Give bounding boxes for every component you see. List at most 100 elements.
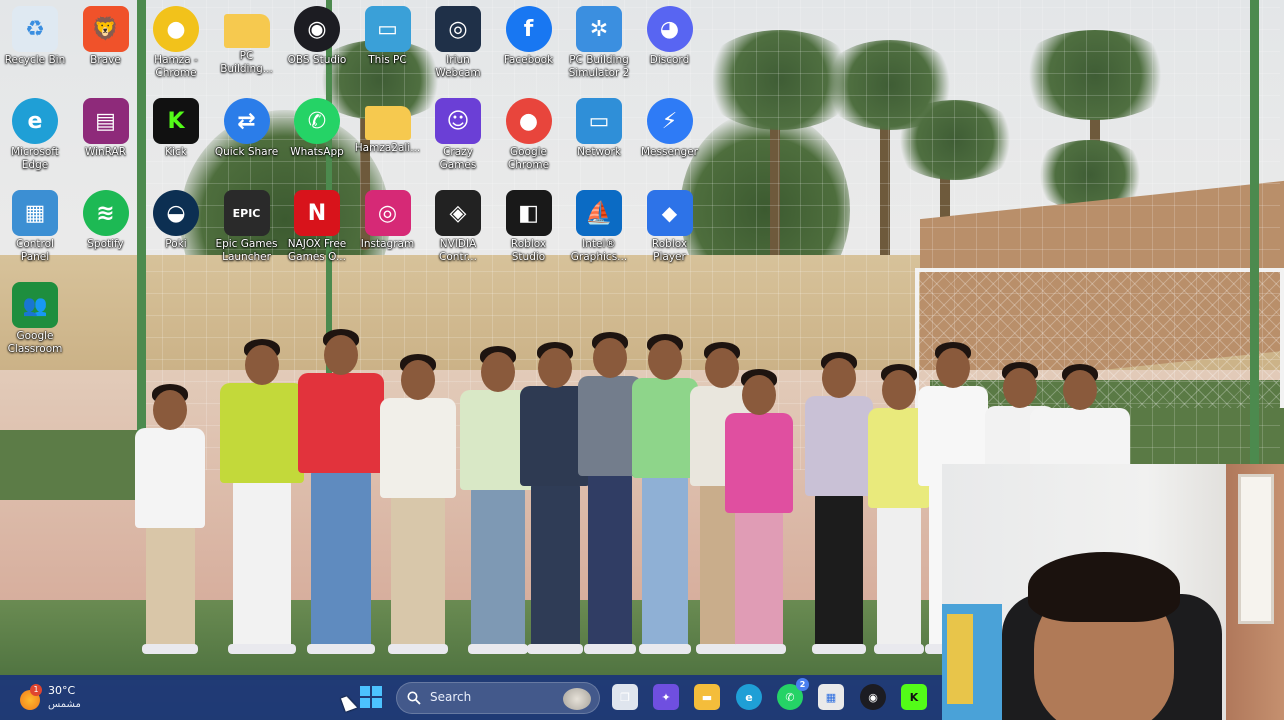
desktop-icon-label: Iriun Webcam [435,54,481,79]
wallpaper-person-part [731,644,787,654]
desktop-icon[interactable]: ▤ WinRAR [73,92,139,182]
taskbar-search-box[interactable]: Search [396,682,600,714]
desktop-icon[interactable]: ✆ WhatsApp [284,92,350,182]
desktop-icon-label: Spotify [87,238,124,250]
whatsapp-icon: ✆ [785,690,795,704]
desktop-icon[interactable]: EPIC Epic Games Launcher [214,184,280,274]
desktop-icon[interactable]: ◉ OBS Studio [284,0,350,90]
webcam-window [1238,474,1274,624]
taskbar-app-task-view[interactable]: ❐ [612,684,638,710]
desktop-icon[interactable]: ● Google Chrome [496,92,562,182]
wallpaper-pole [1250,0,1259,465]
wallpaper-person-part [815,494,863,648]
wallpaper-person-part [142,644,198,654]
desktop-icon[interactable]: ♻ Recycle Bin [2,0,68,90]
desktop-icon[interactable]: ◈ NVIDIA Contr... [425,184,491,274]
desktop-icon-label: Google Classroom [7,330,63,355]
desktop-icon-label: NAJOX Free Games O... [287,238,347,263]
desktop-icon[interactable]: ⚡ Messenger [637,92,703,182]
desktop-icon[interactable]: ● Hamza - Chrome [143,0,209,90]
desktop-icon-label: Quick Share [214,146,279,158]
edge-icon: e [12,98,58,144]
quick-share-icon: ⇄ [223,98,270,144]
desktop-icon[interactable]: ⛵ Intel® Graphics... [566,184,632,274]
search-highlight-icon [563,688,591,710]
wallpaper-person-part [742,375,776,415]
desktop-icon-label: WhatsApp [290,146,344,158]
desktop-icon[interactable]: ◆ Roblox Player [637,184,703,274]
obs-icon: ◉ [294,6,340,52]
wallpaper-person-part [822,358,856,398]
desktop-icon-label: Network [577,146,621,158]
desktop-icon[interactable]: PC Building... [214,0,280,90]
weather-description: مشمس [48,699,81,710]
wallpaper-person-part [735,511,783,648]
desktop-icon[interactable]: ✲ PC Building Simulator 2 [566,0,632,90]
notification-badge: 1 [30,684,42,696]
desktop-icon[interactable]: 👥 Google Classroom [2,276,68,366]
desktop-icon[interactable]: ▭ This PC [355,0,421,90]
nvidia-icon: ◈ [435,190,481,236]
desktop-icon-label: NVIDIA Contr... [439,238,477,263]
desktop-icon[interactable]: f Facebook [496,0,562,90]
webcam-shelf-item [947,614,973,704]
desktop-icon[interactable]: ☺ Crazy Games [425,92,491,182]
taskbar-app-whatsapp[interactable]: ✆ 2 [777,678,809,710]
crazy-games-icon: ☺ [435,98,481,144]
desktop-icon[interactable]: ▭ Network [566,92,632,182]
wallpaper-person-part [725,413,793,513]
wallpaper-person-part [298,373,384,473]
desktop-icon-label: Google Chrome [507,146,550,171]
windows-logo-icon [360,686,370,696]
desktop-icon[interactable]: ◎ Instagram [355,184,421,274]
desktop-icon[interactable]: ◧ Roblox Studio [496,184,562,274]
taskbar-app-file-explorer[interactable]: ▬ [694,684,720,710]
desktop-icon[interactable]: ◕ Discord [637,0,703,90]
wallpaper-person-part [245,345,279,385]
wallpaper-person-part [232,481,292,648]
desktop-icon-label: OBS Studio [287,54,347,66]
wallpaper-person-part [538,348,572,388]
desktop-icon[interactable]: ⇄ Quick Share [214,92,280,182]
wallpaper-person-part [593,338,627,378]
windows-logo-icon [372,698,382,708]
edge-icon: e [745,690,753,704]
desktop-icon[interactable]: K Kick [143,92,209,182]
kick-icon: K [153,98,199,144]
wallpaper-person-part [310,471,372,648]
desktop-icon[interactable]: ≋ Spotify [73,184,139,274]
desktop-icon[interactable]: N NAJOX Free Games O... [284,184,350,274]
fan-icon: ✲ [576,6,622,52]
desktop-icon-label: This PC [368,54,407,66]
wallpaper-person-part [641,476,689,648]
desktop-icon-label: Control Panel [16,238,54,263]
taskbar-app-edge[interactable]: e [736,684,762,710]
wallpaper-person-part [638,644,692,654]
obs-icon: ◉ [868,690,878,704]
desktop-icon-label: Instagram [360,238,415,250]
taskbar-app-kick[interactable]: K [901,684,927,710]
control-panel-icon: ▦ [12,190,58,236]
desktop-icon-label: Microsoft Edge [11,146,59,171]
desktop-icon[interactable]: Hamza2ali... [355,92,421,182]
google-classroom-icon: 👥 [12,282,58,328]
desktop-icon[interactable]: e Microsoft Edge [2,92,68,182]
wallpaper-person-part [936,348,970,388]
start-button[interactable] [360,686,382,708]
desktop-icon-label: Hamza - Chrome [154,54,198,79]
desktop-icon[interactable]: ◒ Poki [143,184,209,274]
webcam-hair [1028,552,1180,622]
taskbar-app-microsoft-store[interactable]: ▦ [818,684,844,710]
wallpaper-person-part [471,488,525,648]
desktop-icon[interactable]: ◎ Iriun Webcam [425,0,491,90]
epic-games-icon: EPIC [223,190,270,236]
desktop-icon[interactable]: 🦁 Brave [73,0,139,90]
desktop-icon[interactable]: ▦ Control Panel [2,184,68,274]
chrome-icon: ● [505,98,552,144]
desktop-icon-label: Intel® Graphics... [570,238,628,263]
weather-widget[interactable]: 1 30°C مشمس [18,682,108,714]
wallpaper-person-part [228,644,296,654]
taskbar-app-msn[interactable]: ✦ [653,684,679,710]
taskbar-app-obs-studio[interactable]: ◉ [860,684,886,710]
wallpaper-person-part [324,335,358,375]
